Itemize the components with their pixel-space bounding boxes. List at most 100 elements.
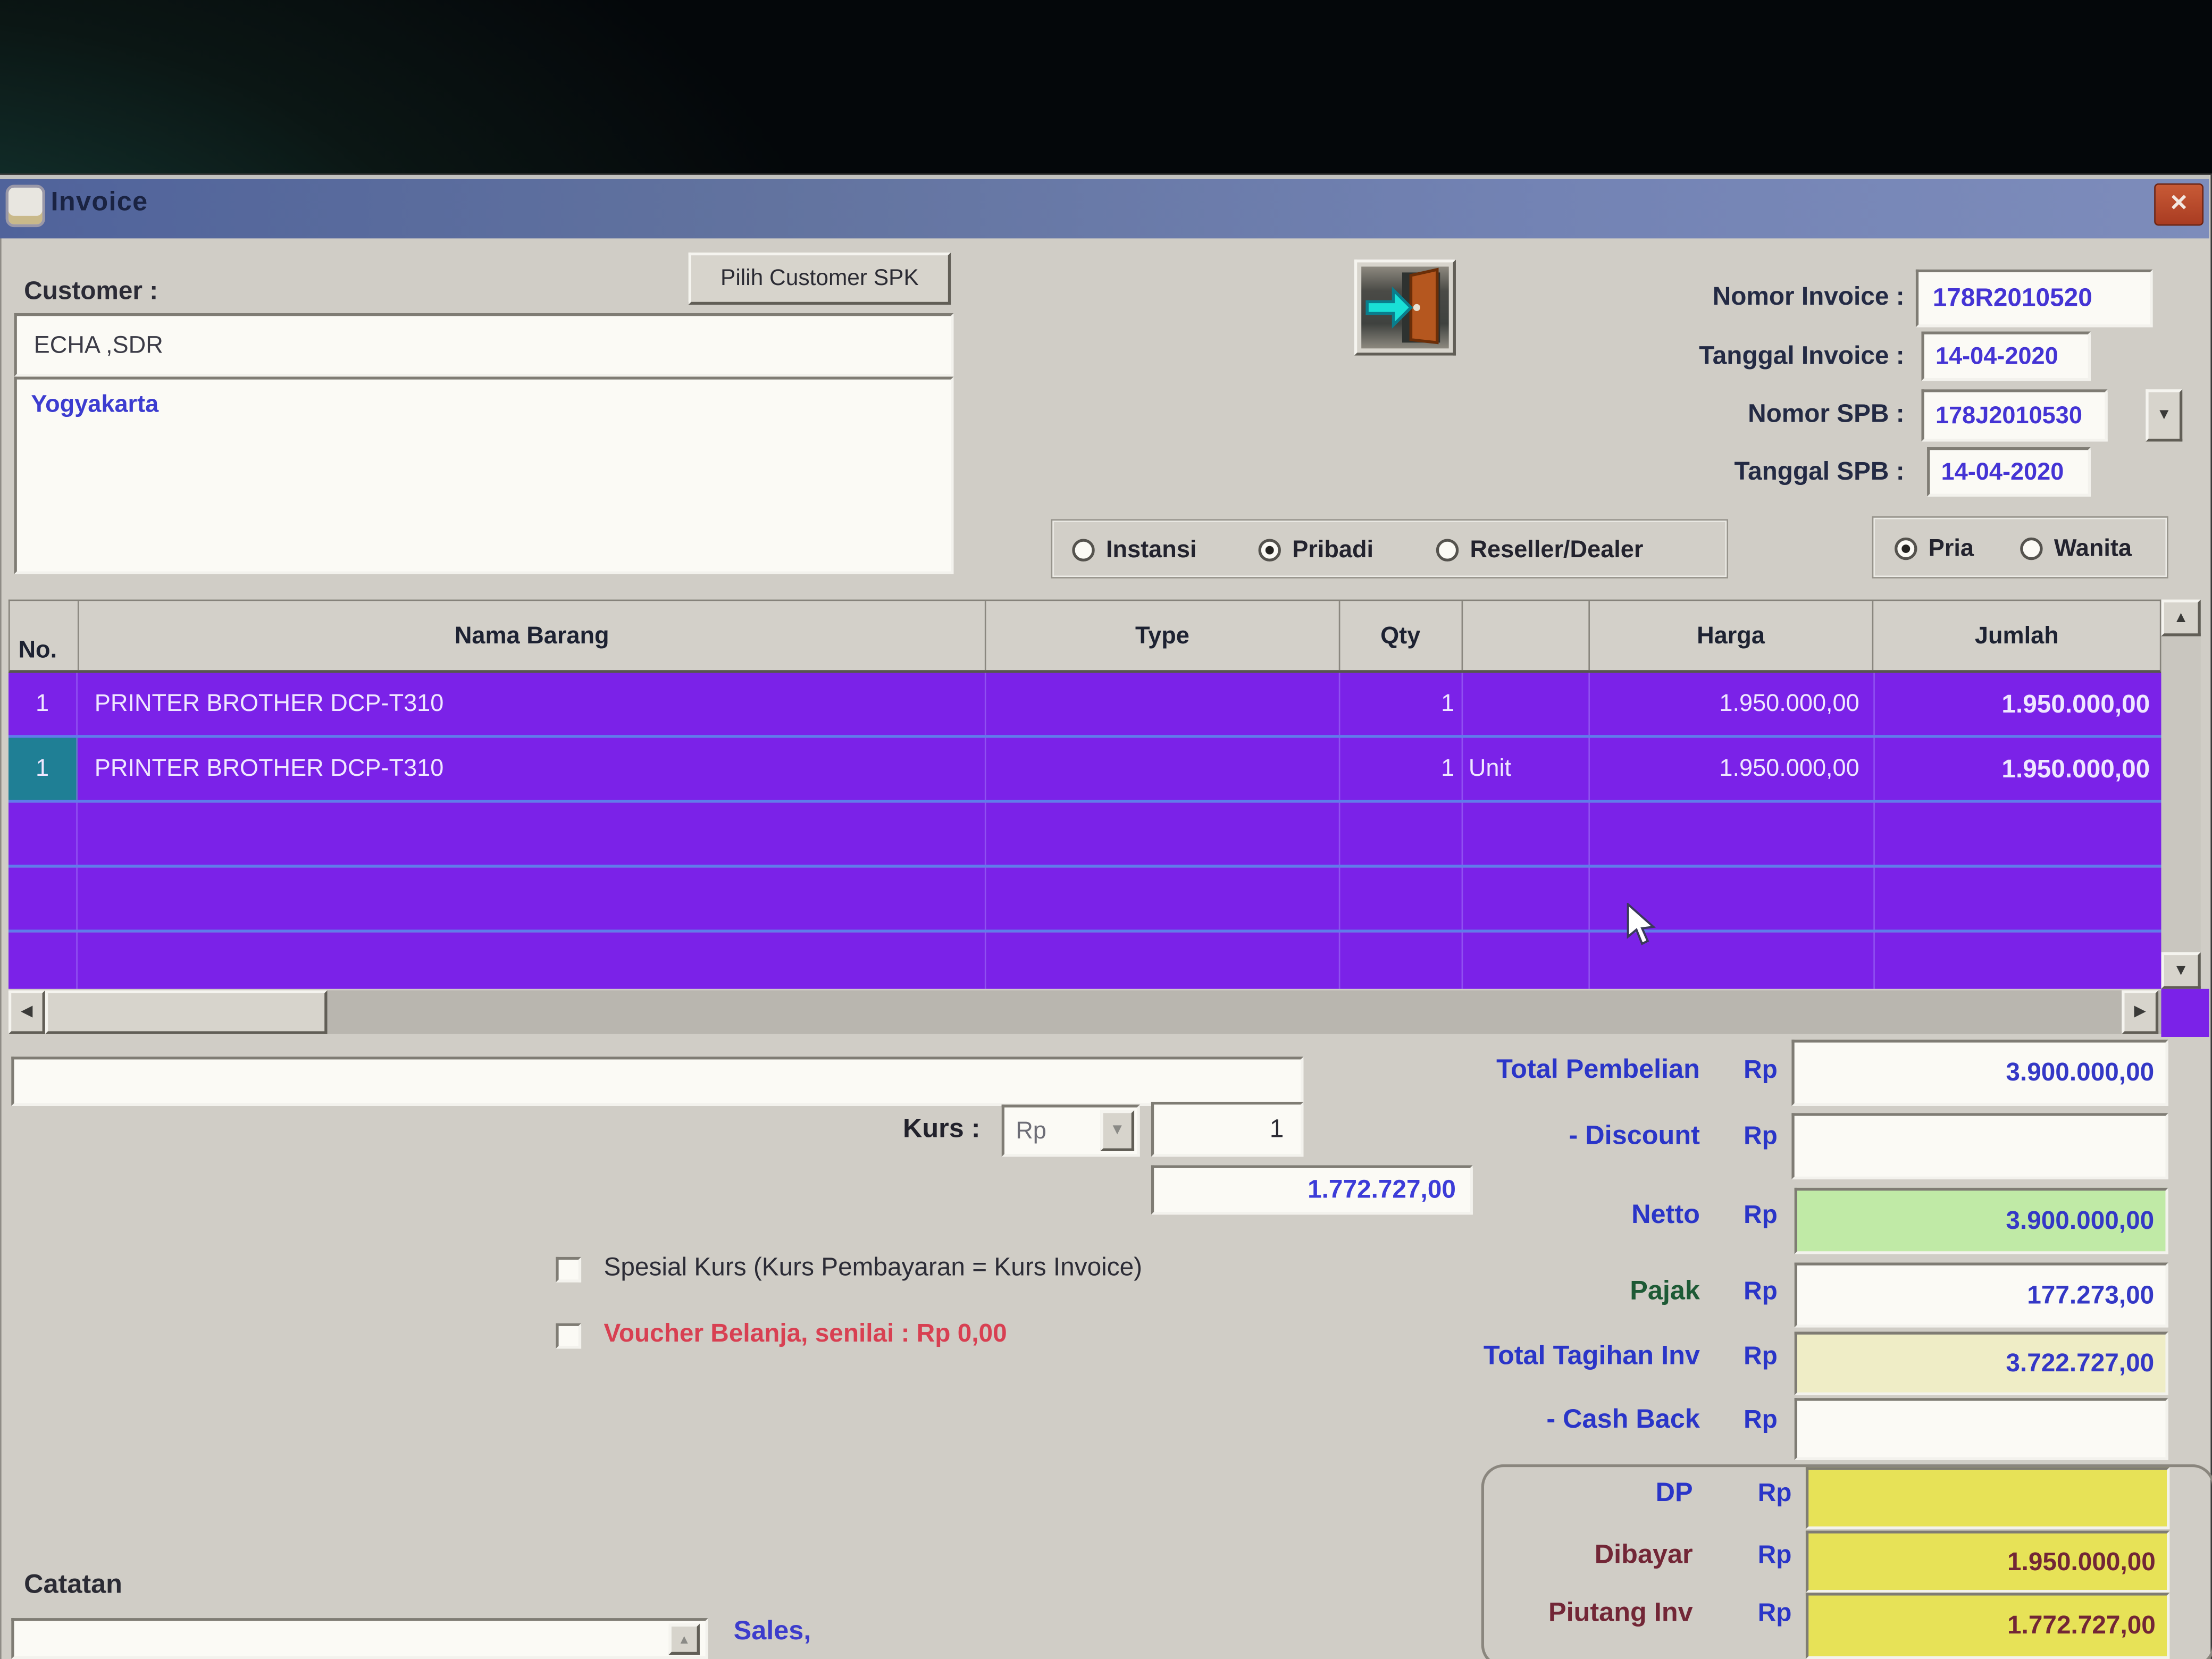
col-header-unit[interactable] <box>1462 601 1589 670</box>
customer-label: Customer : <box>24 276 158 306</box>
hscroll-thumb[interactable] <box>45 990 328 1034</box>
close-icon[interactable]: ✕ <box>2154 183 2203 226</box>
discount-label: - Discount <box>1569 1121 1699 1152</box>
discount-field[interactable] <box>1791 1113 2168 1179</box>
table-body: 1 PRINTER BROTHER DCP-T310 1 1.950.000,0… <box>9 673 2161 989</box>
catatan-label: Catatan <box>24 1570 122 1601</box>
exit-door-icon <box>1361 266 1448 348</box>
rp-label: Rp <box>1744 1055 1778 1085</box>
cash-back-label: - Cash Back <box>1546 1405 1700 1436</box>
voucher-belanja-label: Voucher Belanja, senilai : Rp 0,00 <box>604 1319 1007 1349</box>
cell-unit: Unit <box>1463 738 1590 800</box>
rp-label: Rp <box>1744 1277 1778 1306</box>
nomor-spb-label: Nomor SPB : <box>1748 399 1905 429</box>
rp-label: Rp <box>1744 1201 1778 1230</box>
mouse-cursor <box>1625 903 1659 948</box>
total-tagihan-inv-label: Total Tagihan Inv <box>1484 1342 1700 1372</box>
table-row-empty[interactable] <box>9 803 2161 868</box>
nomor-spb-dropdown-icon[interactable]: ▼ <box>2146 389 2182 441</box>
netto-field[interactable]: 3.900.000,00 <box>1795 1188 2168 1254</box>
kurs-rate-field[interactable]: 1 <box>1151 1102 1304 1157</box>
radio-reseller-dealer[interactable]: Reseller/Dealer <box>1436 536 1644 564</box>
cell-jumlah: 1.950.000,00 <box>1875 673 2161 735</box>
table-horizontal-scrollbar[interactable] <box>9 990 2161 1034</box>
cell-qty: 1 <box>1340 673 1463 735</box>
radio-selected-icon <box>1895 538 1917 560</box>
dp-field[interactable] <box>1806 1467 2169 1529</box>
radio-icon <box>1072 539 1094 561</box>
rp-label: Rp <box>1758 1598 1792 1628</box>
nomor-invoice-field[interactable]: 178R2010520 <box>1916 270 2153 328</box>
tanggal-invoice-label: Tanggal Invoice : <box>1699 341 1905 371</box>
catatan-textarea[interactable] <box>11 1618 708 1659</box>
rp-label: Rp <box>1744 1342 1778 1371</box>
app-icon <box>6 185 45 228</box>
voucher-belanja-checkbox[interactable] <box>556 1323 581 1349</box>
title-bar <box>0 175 2209 238</box>
pajak-field[interactable]: 177.273,00 <box>1795 1262 2168 1327</box>
dp-label: DP <box>1656 1478 1693 1509</box>
nomor-spb-field[interactable]: 178J2010530 <box>1921 389 2107 441</box>
window-title: Invoice <box>51 188 148 219</box>
col-header-nama-barang[interactable]: Nama Barang <box>79 601 986 670</box>
dibayar-label: Dibayar <box>1595 1540 1693 1571</box>
piutang-inv-label: Piutang Inv <box>1548 1598 1693 1629</box>
cell-nama: PRINTER BROTHER DCP-T310 <box>78 738 986 800</box>
cell-type <box>986 673 1340 735</box>
total-pembelian-field[interactable]: 3.900.000,00 <box>1791 1040 2168 1106</box>
scroll-down-icon[interactable]: ▼ <box>2161 952 2200 989</box>
col-header-type[interactable]: Type <box>986 601 1340 670</box>
table-row[interactable]: 1 PRINTER BROTHER DCP-T310 1 1.950.000,0… <box>9 673 2161 738</box>
radio-pria[interactable]: Pria <box>1895 535 1974 563</box>
dibayar-field[interactable]: 1.950.000,00 <box>1806 1531 2169 1593</box>
cell-harga: 1.950.000,00 <box>1590 673 1875 735</box>
table-row-selected[interactable]: 1 PRINTER BROTHER DCP-T310 1 Unit 1.950.… <box>9 738 2161 803</box>
table-vertical-scrollbar[interactable] <box>2161 600 2200 989</box>
pajak-label: Pajak <box>1630 1277 1700 1308</box>
kurs-label: Kurs : <box>903 1115 981 1145</box>
rp-label: Rp <box>1758 1478 1792 1508</box>
netto-label: Netto <box>1631 1201 1700 1231</box>
tanggal-spb-field[interactable]: 14-04-2020 <box>1927 447 2091 497</box>
col-header-harga[interactable]: Harga <box>1589 601 1874 670</box>
scroll-up-icon[interactable]: ▲ <box>2161 600 2200 636</box>
photo-of-screen: Invoice ✕ Customer : ECHA ,SDR Yogyakart… <box>0 0 2212 1659</box>
customer-address-field[interactable]: Yogyakarta <box>14 376 954 574</box>
table-row-empty[interactable] <box>9 868 2161 933</box>
radio-instansi[interactable]: Instansi <box>1072 536 1196 564</box>
cell-unit <box>1463 673 1590 735</box>
total-pembelian-label: Total Pembelian <box>1496 1055 1700 1086</box>
nomor-invoice-label: Nomor Invoice : <box>1713 282 1905 312</box>
radio-wanita[interactable]: Wanita <box>2020 535 2132 563</box>
cell-no-selected: 1 <box>9 738 78 800</box>
exit-button[interactable] <box>1354 259 1456 355</box>
col-header-qty[interactable]: Qty <box>1340 601 1463 670</box>
catatan-scroll-up-icon[interactable]: ▲ <box>669 1624 700 1655</box>
scroll-right-icon[interactable]: ▶ <box>2122 990 2158 1034</box>
radio-selected-icon <box>1259 539 1281 561</box>
cash-back-field[interactable] <box>1795 1398 2168 1460</box>
table-header-row: No. Nama Barang Type Qty Harga Jumlah <box>9 600 2161 673</box>
cell-harga: 1.950.000,00 <box>1590 738 1875 800</box>
spesial-kurs-checkbox[interactable] <box>556 1257 581 1283</box>
kurs-amount-field[interactable]: 1.772.727,00 <box>1151 1165 1473 1214</box>
tanggal-invoice-field[interactable]: 14-04-2020 <box>1921 331 2090 381</box>
cell-no: 1 <box>9 673 78 735</box>
table-row-empty[interactable] <box>9 933 2161 989</box>
radio-pribadi[interactable]: Pribadi <box>1259 536 1374 564</box>
col-header-jumlah[interactable]: Jumlah <box>1874 601 2160 670</box>
kurs-dropdown-icon[interactable]: ▼ <box>1100 1110 1134 1151</box>
cell-type <box>986 738 1340 800</box>
scroll-left-icon[interactable]: ◀ <box>9 990 45 1034</box>
scrollbar-corner <box>2161 989 2209 1037</box>
cell-qty: 1 <box>1340 738 1463 800</box>
customer-name-field[interactable]: ECHA ,SDR <box>14 313 954 376</box>
piutang-inv-field[interactable]: 1.772.727,00 <box>1806 1593 2169 1659</box>
rp-label: Rp <box>1758 1540 1792 1570</box>
pilih-customer-spk-button[interactable]: Pilih Customer SPK <box>689 253 951 305</box>
total-tagihan-inv-field[interactable]: 3.722.727,00 <box>1795 1331 2168 1395</box>
info-strip-field[interactable] <box>11 1057 1303 1106</box>
col-header-no[interactable]: No. <box>10 601 79 670</box>
sales-label: Sales, <box>734 1616 811 1647</box>
radio-icon <box>1436 539 1459 561</box>
